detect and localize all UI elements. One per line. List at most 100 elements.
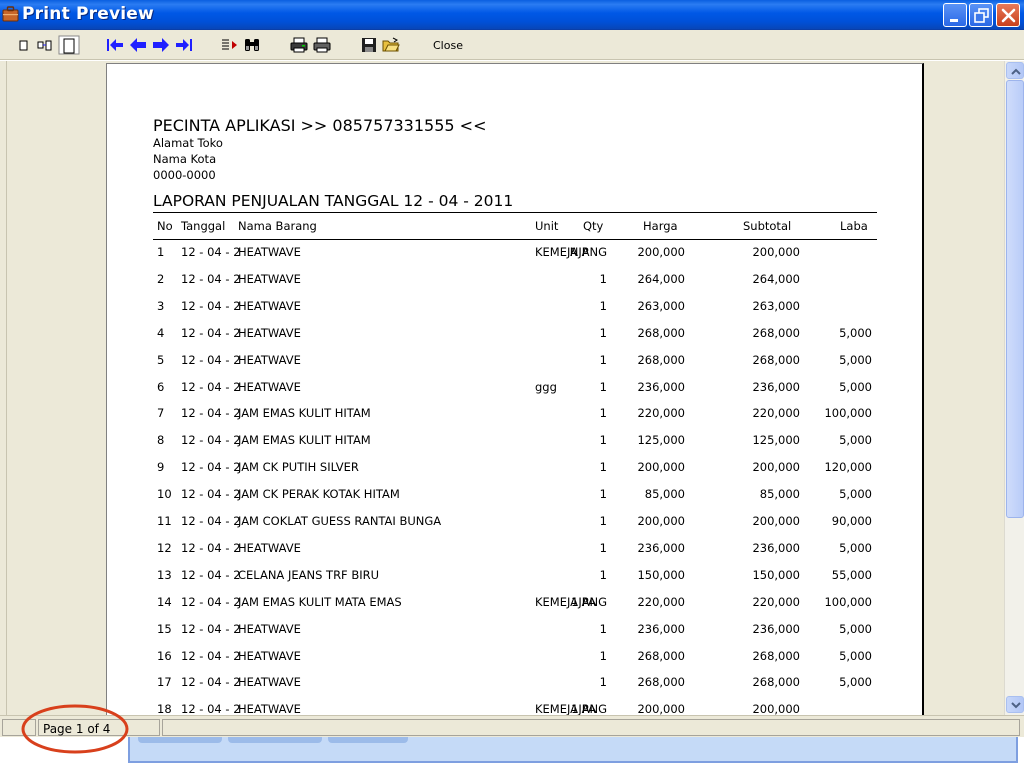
background-tab — [328, 737, 408, 743]
cell-qty: 1 — [599, 675, 607, 690]
first-page-icon[interactable] — [106, 37, 124, 53]
cell-subtotal: 263,000 — [752, 298, 800, 313]
status-cell-info — [162, 719, 1020, 736]
cell-nama-barang: JAM EMAS KULIT MATA EMAS — [238, 594, 402, 609]
cell-harga: 200,000 — [637, 245, 685, 259]
cell-harga: 220,000 — [637, 594, 685, 609]
cell-harga: 268,000 — [637, 352, 685, 367]
cell-qty: NJANG — [566, 245, 607, 259]
cell-harga: 150,000 — [637, 567, 685, 582]
cell-no: 3 — [157, 298, 165, 313]
vertical-scrollbar[interactable] — [1004, 61, 1024, 715]
cell-nama-barang: HEATWAVE — [238, 379, 301, 394]
scroll-up-button[interactable] — [1006, 62, 1024, 79]
cell-qty: 1 — [599, 487, 607, 502]
cell-no: 4 — [157, 325, 165, 340]
cell-tanggal: 12 - 04 - 2 — [181, 594, 241, 609]
find-icon[interactable] — [243, 37, 261, 53]
cell-qty: 1 — [599, 514, 607, 528]
cell-no: 18 — [157, 702, 172, 715]
title-bar[interactable]: Print Preview — [0, 0, 1024, 30]
report-page: PECINTA APLIKASI >> 085757331555 << Alam… — [106, 63, 924, 715]
cell-subtotal: 220,000 — [752, 406, 800, 421]
cell-qty: 1 — [599, 567, 607, 582]
minimize-button[interactable] — [943, 3, 967, 27]
cell-harga: 236,000 — [637, 540, 685, 555]
background-tab — [138, 737, 222, 743]
cell-nama-barang: JAM EMAS KULIT HITAM — [238, 433, 371, 448]
cell-tanggal: 12 - 04 - 2 — [181, 325, 241, 340]
cell-harga: 85,000 — [644, 487, 685, 502]
cell-qty: 1 — [599, 648, 607, 663]
cell-nama-barang: HEATWAVE — [238, 325, 301, 340]
goto-page-icon[interactable] — [221, 37, 239, 53]
header-rule-bottom — [153, 239, 877, 240]
cell-harga: 264,000 — [637, 271, 685, 286]
cell-subtotal: 268,000 — [752, 675, 800, 690]
report-city: Nama Kota — [153, 152, 217, 166]
cell-nama-barang: HEATWAVE — [238, 621, 301, 636]
cell-subtotal: 200,000 — [752, 514, 800, 528]
restore-icon — [974, 8, 989, 23]
two-page-icon[interactable] — [36, 37, 54, 53]
previous-page-icon[interactable] — [129, 37, 147, 53]
restore-button[interactable] — [969, 3, 993, 27]
single-page-icon[interactable] — [16, 37, 34, 53]
cell-harga: 236,000 — [637, 621, 685, 636]
cell-harga: 200,000 — [637, 514, 685, 528]
cell-laba: 5,000 — [839, 352, 872, 367]
page-width-icon[interactable] — [58, 35, 80, 55]
cell-tanggal: 12 - 04 - 2 — [181, 433, 241, 448]
save-icon[interactable] — [360, 37, 378, 53]
close-window-button[interactable] — [996, 3, 1020, 27]
cell-nama-barang: JAM EMAS KULIT HITAM — [238, 406, 371, 421]
cell-subtotal: 220,000 — [752, 594, 800, 609]
cell-harga: 200,000 — [637, 702, 685, 715]
cell-nama-barang: HEATWAVE — [238, 702, 301, 715]
cell-subtotal: 268,000 — [752, 648, 800, 663]
cell-tanggal: 12 - 04 - 2 — [181, 271, 241, 286]
cell-harga: 236,000 — [637, 379, 685, 394]
cell-qty: 1JANG — [571, 702, 607, 715]
cell-laba: 5,000 — [839, 675, 872, 690]
left-pane-divider — [6, 61, 7, 715]
cell-no: 17 — [157, 675, 172, 690]
cell-laba: 120,000 — [824, 460, 872, 475]
cell-laba: 5,000 — [839, 648, 872, 663]
report-phone: 0000-0000 — [153, 168, 216, 182]
cell-subtotal: 268,000 — [752, 325, 800, 340]
cell-tanggal: 12 - 04 - 2 — [181, 298, 241, 313]
status-strip: Page 1 of 4 — [0, 715, 1024, 737]
cell-nama-barang: CELANA JEANS TRF BIRU — [238, 567, 380, 582]
close-preview-button[interactable]: Close — [433, 39, 463, 52]
chevron-up-icon — [1011, 68, 1021, 75]
cell-qty: 1 — [599, 621, 607, 636]
status-bar: Page 1 of 4 — [0, 715, 1024, 768]
next-page-icon[interactable] — [152, 37, 170, 53]
cell-no: 7 — [157, 406, 165, 421]
cell-no: 12 — [157, 540, 172, 555]
scroll-down-button[interactable] — [1006, 696, 1024, 713]
close-icon — [1001, 8, 1016, 23]
scroll-thumb[interactable] — [1006, 80, 1024, 518]
cell-subtotal: 200,000 — [752, 460, 800, 475]
cell-harga: 268,000 — [637, 648, 685, 663]
open-icon[interactable] — [382, 37, 400, 53]
preview-area[interactable]: PECINTA APLIKASI >> 085757331555 << Alam… — [0, 61, 1004, 715]
cell-nama-barang: JAM CK PUTIH SILVER — [238, 460, 359, 475]
cell-harga: 125,000 — [637, 433, 685, 448]
toolbar: Close — [0, 30, 1024, 60]
cell-subtotal: 200,000 — [752, 245, 800, 259]
print-icon[interactable] — [313, 37, 331, 53]
printer-setup-icon[interactable] — [290, 37, 308, 53]
last-page-icon[interactable] — [175, 37, 193, 53]
column-header-harga: Harga — [643, 219, 678, 233]
highlight-ring — [21, 704, 129, 754]
cell-nama-barang: HEATWAVE — [238, 675, 301, 690]
cell-tanggal: 12 - 04 - 2 — [181, 379, 241, 394]
cell-tanggal: 12 - 04 - 2 — [181, 406, 241, 421]
cell-qty: 1 — [599, 325, 607, 340]
background-window-panel — [128, 737, 1018, 763]
cell-nama-barang: HEATWAVE — [238, 540, 301, 555]
cell-tanggal: 12 - 04 - 2 — [181, 648, 241, 663]
